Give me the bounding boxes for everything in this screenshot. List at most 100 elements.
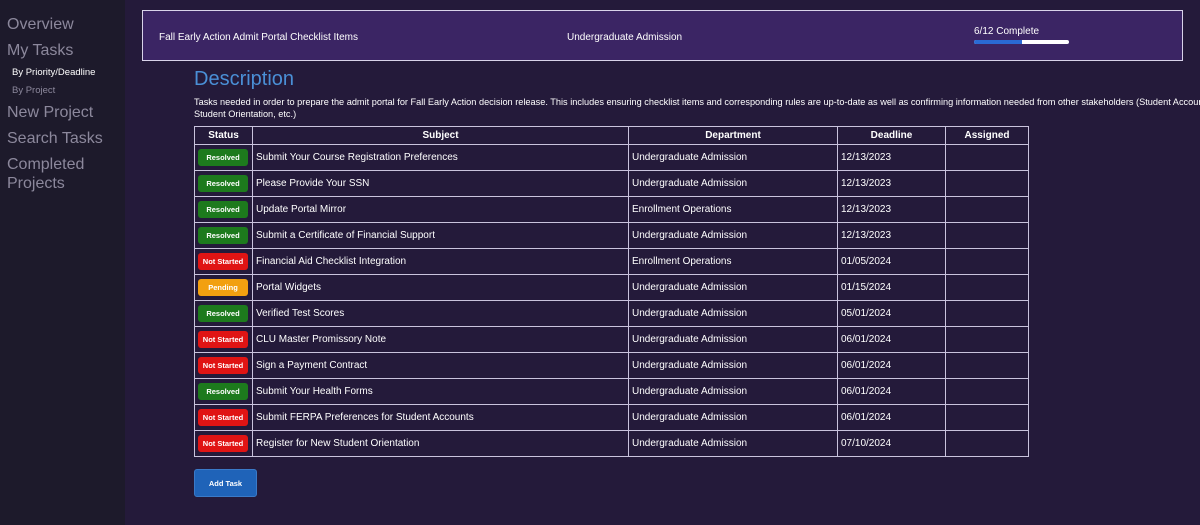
assigned-cell	[945, 404, 1029, 431]
sidebar-subitem-by-priority-deadline[interactable]: By Priority/Deadline	[12, 67, 95, 78]
status-badge[interactable]: Resolved	[198, 201, 248, 218]
sidebar-item-new-project[interactable]: New Project	[7, 103, 93, 122]
table-row[interactable]: Not Started Sign a Payment Contract Underg…	[194, 352, 1029, 379]
department-cell: Undergraduate Admission	[628, 430, 838, 457]
project-title: Fall Early Action Admit Portal Checklist…	[159, 32, 358, 43]
column-header-status[interactable]: Status	[194, 126, 253, 145]
tasks-table-body: Resolved Submit Your Course Registration …	[194, 144, 1029, 457]
department-cell: Undergraduate Admission	[628, 222, 838, 249]
assigned-cell	[945, 170, 1029, 197]
main-content: Fall Early Action Admit Portal Checklist…	[125, 0, 1200, 525]
status-badge[interactable]: Resolved	[198, 383, 248, 400]
status-badge[interactable]: Pending	[198, 279, 248, 296]
status-badge[interactable]: Not Started	[198, 253, 248, 270]
subject-cell[interactable]: Verified Test Scores	[252, 300, 629, 327]
subject-cell[interactable]: Portal Widgets	[252, 274, 629, 301]
department-cell: Undergraduate Admission	[628, 326, 838, 353]
department-cell: Undergraduate Admission	[628, 404, 838, 431]
deadline-cell: 12/13/2023	[837, 222, 946, 249]
status-badge[interactable]: Not Started	[198, 409, 248, 426]
assigned-cell	[945, 274, 1029, 301]
department-cell: Enrollment Operations	[628, 196, 838, 223]
progress-label: 6/12 Complete	[974, 26, 1040, 37]
sidebar: Overview My Tasks By Priority/Deadline B…	[0, 0, 125, 525]
assigned-cell	[945, 352, 1029, 379]
subject-cell[interactable]: Submit a Certificate of Financial Suppor…	[252, 222, 629, 249]
assigned-cell	[945, 248, 1029, 275]
progress-bar	[974, 40, 1069, 44]
status-badge[interactable]: Not Started	[198, 357, 248, 374]
add-task-button[interactable]: Add Task	[194, 469, 257, 497]
deadline-cell: 12/13/2023	[837, 170, 946, 197]
subject-cell[interactable]: Update Portal Mirror	[252, 196, 629, 223]
status-badge[interactable]: Not Started	[198, 331, 248, 348]
deadline-cell: 12/13/2023	[837, 196, 946, 223]
status-cell: Not Started	[194, 248, 253, 275]
deadline-cell: 06/01/2024	[837, 326, 946, 353]
status-cell: Resolved	[194, 196, 253, 223]
table-row[interactable]: Resolved Submit Your Course Registration …	[194, 144, 1029, 171]
sidebar-item-my-tasks[interactable]: My Tasks	[7, 41, 73, 60]
subject-cell[interactable]: CLU Master Promissory Note	[252, 326, 629, 353]
status-cell: Not Started	[194, 430, 253, 457]
column-header-deadline[interactable]: Deadline	[837, 126, 946, 145]
status-cell: Not Started	[194, 352, 253, 379]
table-header-row: Status Subject Department Deadline Assig…	[194, 126, 1029, 145]
progress-bar-fill	[974, 40, 1022, 44]
tasks-table: Status Subject Department Deadline Assig…	[194, 126, 1029, 457]
department-cell: Undergraduate Admission	[628, 352, 838, 379]
deadline-cell: 01/15/2024	[837, 274, 946, 301]
description-heading: Description	[194, 68, 295, 90]
status-cell: Not Started	[194, 404, 253, 431]
table-row[interactable]: Not Started CLU Master Promissory Note Und…	[194, 326, 1029, 353]
status-badge[interactable]: Not Started	[198, 435, 248, 452]
status-cell: Resolved	[194, 222, 253, 249]
department-cell: Undergraduate Admission	[628, 378, 838, 405]
table-row[interactable]: Not Started Submit FERPA Preferences for …	[194, 404, 1029, 431]
subject-cell[interactable]: Register for New Student Orientation	[252, 430, 629, 457]
column-header-assigned[interactable]: Assigned	[945, 126, 1029, 145]
deadline-cell: 05/01/2024	[837, 300, 946, 327]
deadline-cell: 01/05/2024	[837, 248, 946, 275]
assigned-cell	[945, 222, 1029, 249]
project-header: Fall Early Action Admit Portal Checklist…	[142, 10, 1183, 61]
department-cell: Enrollment Operations	[628, 248, 838, 275]
deadline-cell: 12/13/2023	[837, 144, 946, 171]
subject-cell[interactable]: Sign a Payment Contract	[252, 352, 629, 379]
assigned-cell	[945, 430, 1029, 457]
deadline-cell: 06/01/2024	[837, 378, 946, 405]
subject-cell[interactable]: Submit FERPA Preferences for Student Acc…	[252, 404, 629, 431]
table-row[interactable]: Resolved Submit Your Health Forms Undergra…	[194, 378, 1029, 405]
subject-cell[interactable]: Submit Your Health Forms	[252, 378, 629, 405]
subject-cell[interactable]: Submit Your Course Registration Preferen…	[252, 144, 629, 171]
status-cell: Resolved	[194, 300, 253, 327]
table-row[interactable]: Resolved Submit a Certificate of Financia…	[194, 222, 1029, 249]
subject-cell[interactable]: Financial Aid Checklist Integration	[252, 248, 629, 275]
sidebar-item-completed-projects[interactable]: Completed Projects	[7, 155, 117, 193]
status-badge[interactable]: Resolved	[198, 149, 248, 166]
sidebar-subitem-by-project[interactable]: By Project	[12, 85, 55, 96]
status-badge[interactable]: Resolved	[198, 305, 248, 322]
status-cell: Resolved	[194, 378, 253, 405]
column-header-department[interactable]: Department	[628, 126, 838, 145]
table-row[interactable]: Resolved Update Portal Mirror Enrollment O…	[194, 196, 1029, 223]
table-row[interactable]: Not Started Financial Aid Checklist Integ…	[194, 248, 1029, 275]
table-row[interactable]: Not Started Register for New Student Orie…	[194, 430, 1029, 457]
subject-cell[interactable]: Please Provide Your SSN	[252, 170, 629, 197]
table-row[interactable]: Resolved Please Provide Your SSN Undergrad…	[194, 170, 1029, 197]
department-cell: Undergraduate Admission	[628, 170, 838, 197]
status-cell: Not Started	[194, 326, 253, 353]
status-cell: Pending	[194, 274, 253, 301]
table-row[interactable]: Pending Portal Widgets Undergraduate Admis…	[194, 274, 1029, 301]
project-department: Undergraduate Admission	[567, 32, 683, 43]
status-badge[interactable]: Resolved	[198, 227, 248, 244]
sidebar-item-search-tasks[interactable]: Search Tasks	[7, 129, 103, 148]
assigned-cell	[945, 326, 1029, 353]
sidebar-item-overview[interactable]: Overview	[7, 15, 74, 34]
column-header-subject[interactable]: Subject	[252, 126, 629, 145]
status-cell: Resolved	[194, 170, 253, 197]
assigned-cell	[945, 144, 1029, 171]
department-cell: Undergraduate Admission	[628, 274, 838, 301]
table-row[interactable]: Resolved Verified Test Scores Undergraduat…	[194, 300, 1029, 327]
status-badge[interactable]: Resolved	[198, 175, 248, 192]
